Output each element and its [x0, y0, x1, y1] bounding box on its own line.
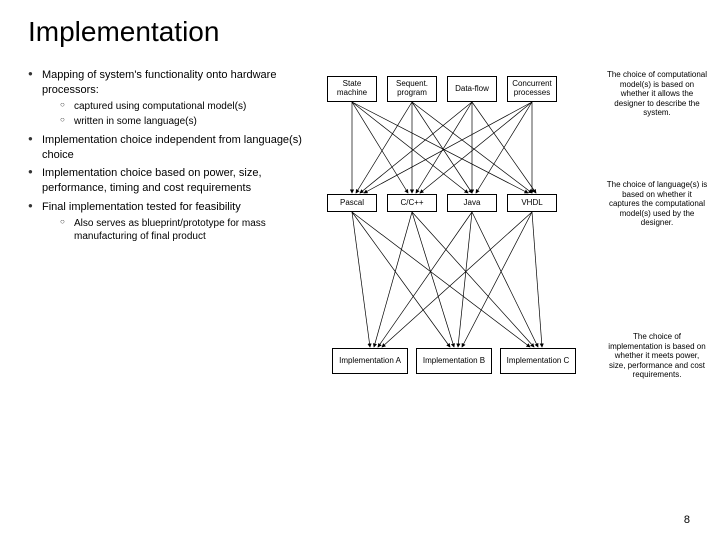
language-box: Java	[447, 194, 497, 212]
language-box: C/C++	[387, 194, 437, 212]
implementation-box: Implementation C	[500, 348, 576, 374]
model-box: Data-flow	[447, 76, 497, 102]
bullet-text: Implementation choice independent from l…	[42, 134, 302, 161]
model-box: State machine	[327, 76, 377, 102]
model-box: Concurrent processes	[507, 76, 557, 102]
caption-language: The choice of language(s) is based on wh…	[606, 180, 708, 228]
caption-implementation: The choice of implementation is based on…	[606, 332, 708, 380]
bullet-item: Implementation choice independent from l…	[28, 133, 308, 163]
diagram-area: State machine Sequent. program Data-flow…	[320, 68, 710, 408]
slide-title: Implementation	[28, 16, 692, 48]
bullet-item: Mapping of system's functionality onto h…	[28, 68, 308, 129]
implementation-box: Implementation A	[332, 348, 408, 374]
bullet-list-area: Mapping of system's functionality onto h…	[28, 68, 308, 408]
bullet-item: Implementation choice based on power, si…	[28, 166, 308, 196]
language-box: Pascal	[327, 194, 377, 212]
page-number: 8	[684, 514, 690, 526]
bullet-text: Final implementation tested for feasibil…	[42, 201, 241, 213]
bullet-item: Final implementation tested for feasibil…	[28, 200, 308, 244]
caption-model: The choice of computational model(s) is …	[606, 70, 708, 118]
bullet-text: Implementation choice based on power, si…	[42, 167, 262, 194]
model-box: Sequent. program	[387, 76, 437, 102]
language-box: VHDL	[507, 194, 557, 212]
sub-bullet: Also serves as blueprint/prototype for m…	[60, 217, 308, 244]
sub-bullet: captured using computational model(s)	[60, 100, 308, 114]
implementation-box: Implementation B	[416, 348, 492, 374]
sub-bullet: written in some language(s)	[60, 115, 308, 129]
bullet-text: Mapping of system's functionality onto h…	[42, 69, 276, 96]
